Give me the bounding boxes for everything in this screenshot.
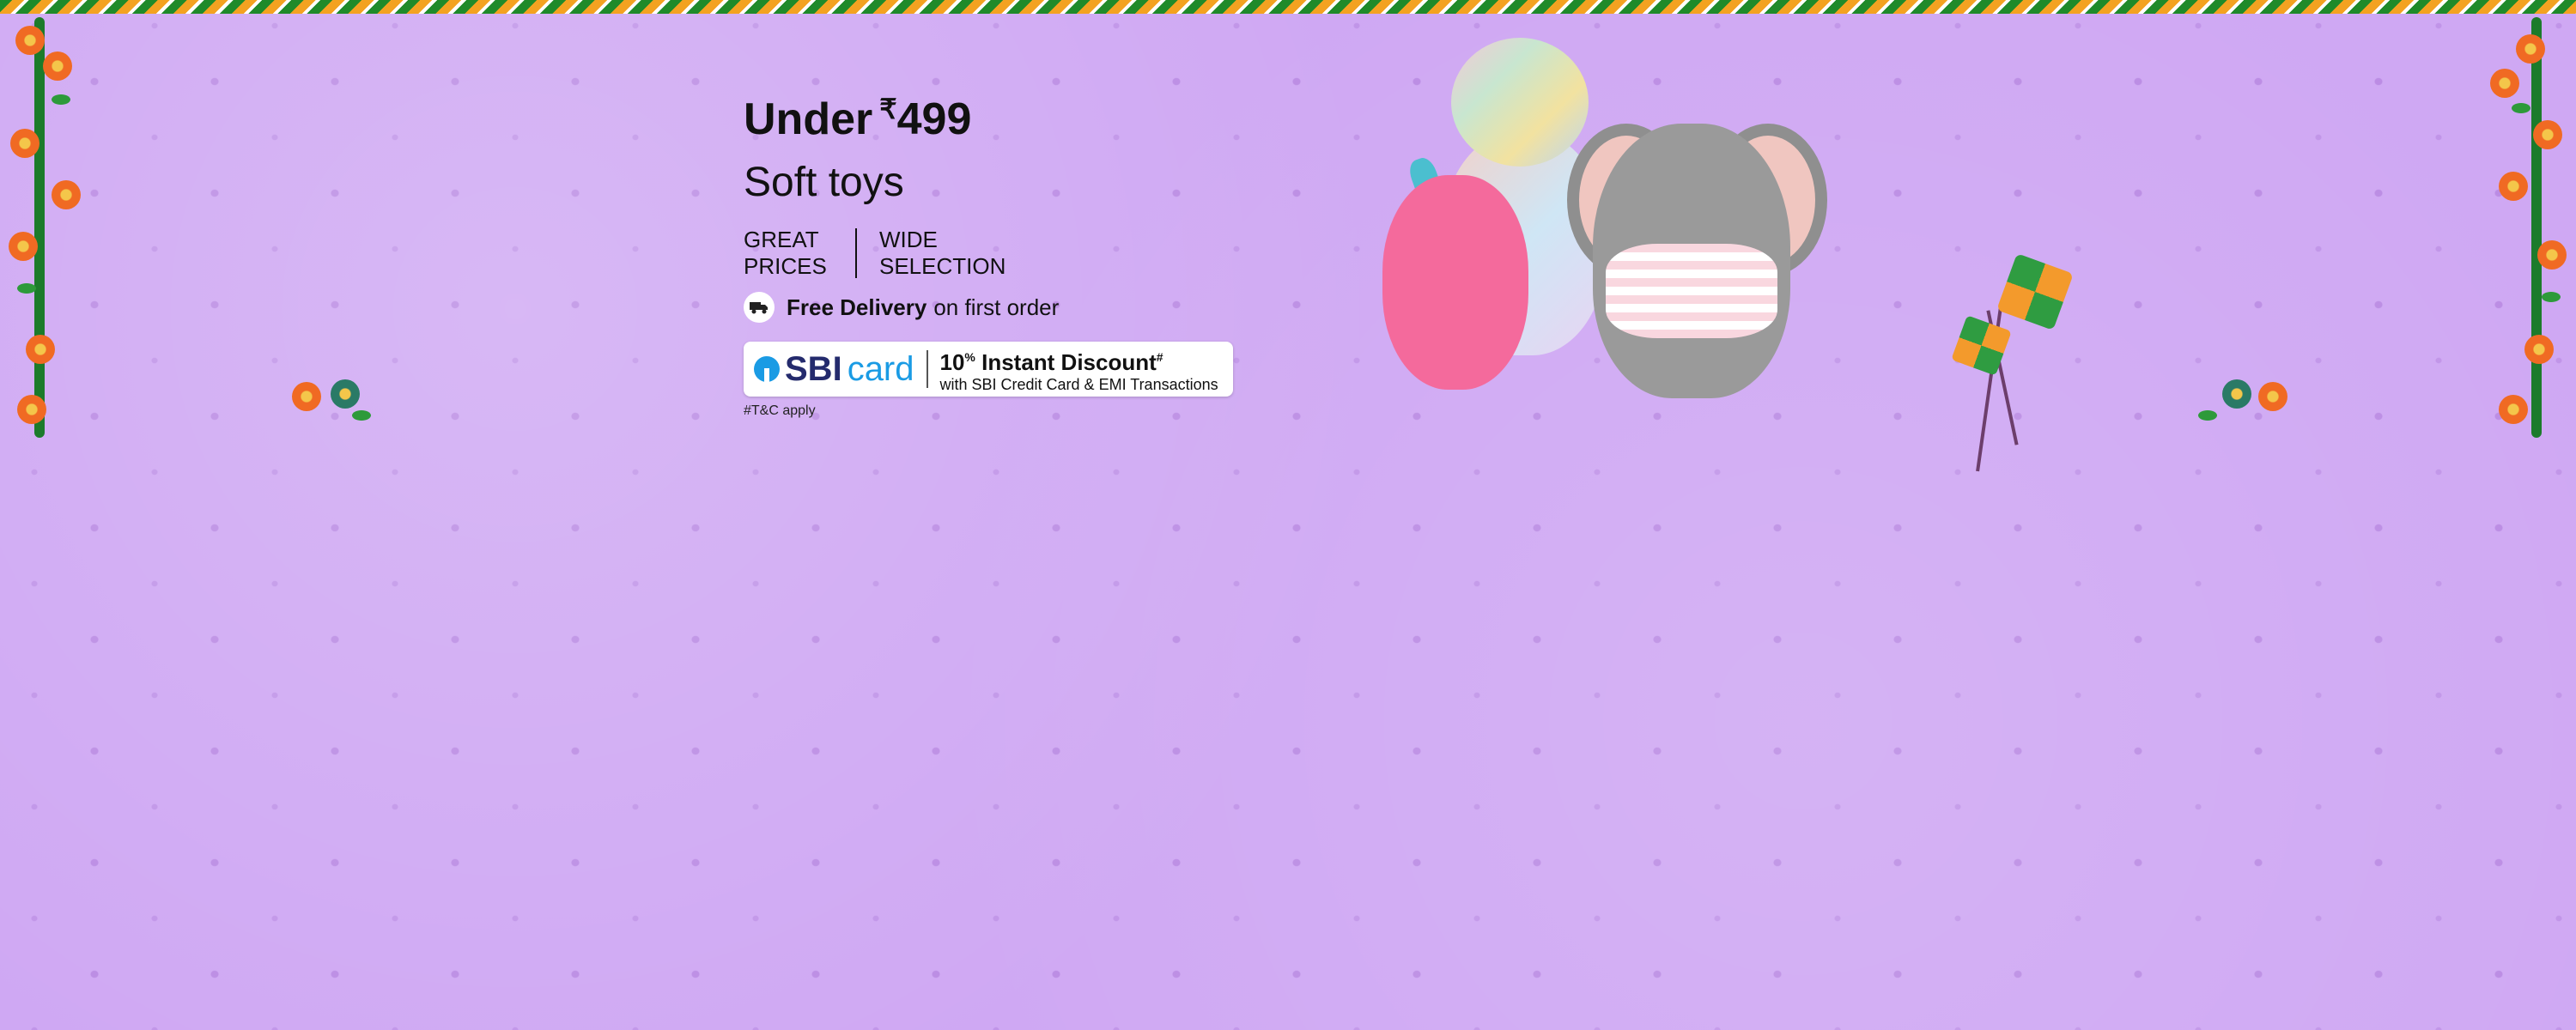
feature-divider bbox=[855, 228, 857, 278]
elephant-shirt bbox=[1606, 244, 1777, 338]
soft-toys-banner[interactable]: Under ₹499 Soft toys GREAT PRICES WIDE SE… bbox=[0, 0, 2576, 1030]
tnc-note: #T&C apply bbox=[744, 403, 816, 418]
card-logo-text: card bbox=[847, 349, 914, 388]
offer-divider bbox=[926, 350, 928, 388]
price-headline: Under ₹499 bbox=[744, 82, 1276, 146]
sbi-logo-icon bbox=[754, 356, 780, 382]
headline-price: 499 bbox=[896, 94, 972, 144]
sbi-logo-text: SBI bbox=[785, 349, 842, 388]
sbi-offer-card[interactable]: SBI card 10% Instant Discount# with SBI … bbox=[744, 342, 1233, 397]
teddy-bear-head bbox=[1451, 38, 1589, 167]
offer-percent-sign: % bbox=[964, 350, 975, 364]
offer-subtitle: with SBI Credit Card & EMI Transactions bbox=[939, 376, 1218, 393]
banner-text-block: Under ₹499 Soft toys GREAT PRICES WIDE SE… bbox=[744, 82, 1276, 419]
feature-list: GREAT PRICES WIDE SELECTION bbox=[744, 227, 1276, 280]
category-title: Soft toys bbox=[744, 160, 904, 205]
feature-wide-selection: WIDE SELECTION bbox=[879, 227, 1006, 279]
offer-percent: 10 bbox=[939, 349, 965, 375]
rupee-symbol: ₹ bbox=[879, 94, 897, 124]
headline-under: Under bbox=[744, 94, 873, 144]
offer-title-sup: # bbox=[1156, 350, 1163, 364]
free-delivery-text: on first order bbox=[933, 294, 1060, 320]
sbi-card-logo: SBI card bbox=[744, 350, 927, 389]
feature-great-prices: GREAT PRICES bbox=[744, 227, 827, 279]
offer-details: 10% Instant Discount# with SBI Credit Ca… bbox=[940, 344, 1218, 394]
plush-toys-image[interactable] bbox=[1365, 21, 1846, 407]
free-delivery-row: Free Delivery on first order bbox=[744, 292, 1276, 323]
truck-icon bbox=[744, 292, 775, 323]
unicorn-toy bbox=[1382, 175, 1528, 390]
offer-title-text: Instant Discount bbox=[981, 349, 1157, 375]
decorative-top-border bbox=[0, 0, 2576, 14]
free-delivery-label: Free Delivery bbox=[787, 294, 927, 320]
offer-title: 10% Instant Discount# bbox=[940, 344, 1218, 375]
